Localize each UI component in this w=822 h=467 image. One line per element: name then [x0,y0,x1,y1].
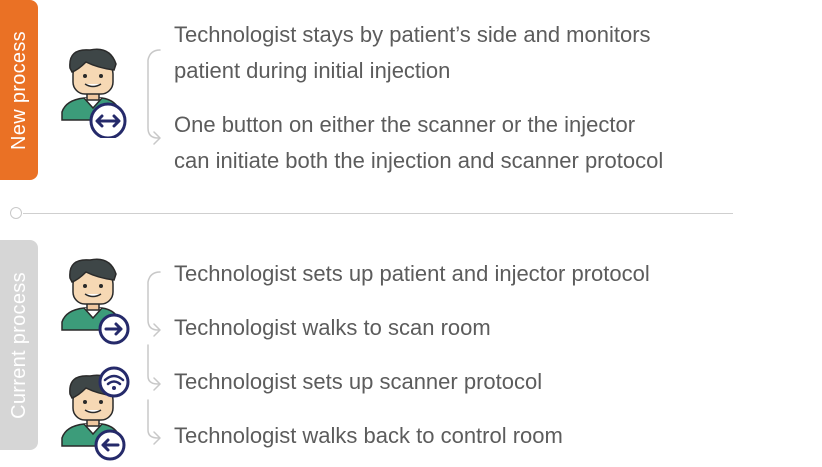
technologist-avatar-icon [61,366,130,461]
new-process-tab: New process [0,0,38,180]
new-step-1-line-2: patient during initial injection [174,58,451,83]
new-step-2-line-2: can initiate both the injection and scan… [174,148,664,173]
current-connector-2 [147,344,161,391]
new-step-2: One button on either the scanner or the … [174,107,663,179]
current-connector-3 [147,399,161,445]
left-arrow-icon [94,429,126,461]
two-way-arrow-icon [89,102,127,138]
current-step-3: Technologist sets up scanner protocol [174,369,543,394]
current-process-tab: Current process [0,240,38,450]
technologist-avatar-icon [61,258,130,345]
technologist-avatar-icon [61,48,127,138]
new-step-1-line-1: Technologist stays by patient’s side and… [174,22,651,47]
section-divider [23,213,733,214]
new-process-connector [147,49,161,145]
wifi-icon [98,366,130,398]
new-step-1: Technologist stays by patient’s side and… [174,17,651,89]
new-step-2-line-1: One button on either the scanner or the … [174,112,636,137]
current-step-2: Technologist walks to scan room [174,315,491,340]
right-arrow-icon [98,313,130,345]
current-step-4: Technologist walks back to control room [174,423,563,448]
current-process-label: Current process [7,271,30,419]
new-process-label: New process [7,30,30,150]
divider-dot [10,207,22,219]
flow-connectors [147,49,161,445]
current-step-1: Technologist sets up patient and injecto… [174,261,650,286]
current-connector-1 [147,271,161,337]
